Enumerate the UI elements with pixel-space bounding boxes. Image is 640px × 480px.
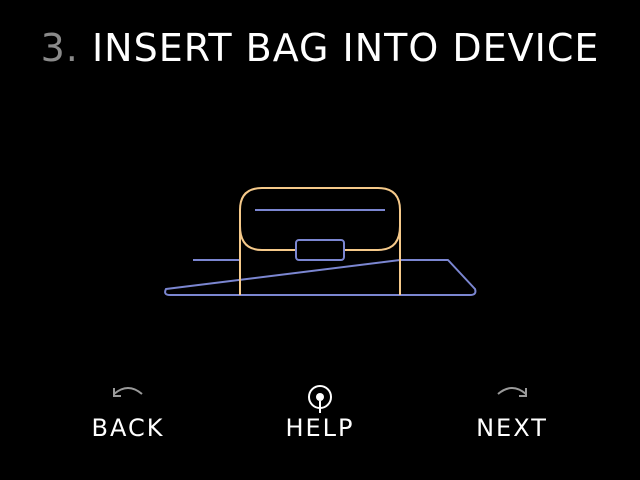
device-tray-outline — [164, 259, 477, 296]
next-arrow-icon — [442, 380, 582, 414]
help-pin-icon — [250, 380, 390, 414]
back-arrow-icon — [58, 380, 198, 414]
back-label: BACK — [91, 414, 165, 442]
next-button[interactable]: NEXT — [442, 380, 582, 460]
back-button[interactable]: BACK — [58, 380, 198, 460]
help-label: HELP — [285, 414, 355, 442]
next-label: NEXT — [476, 414, 548, 442]
bag-outline — [239, 187, 401, 295]
bag-latch — [295, 239, 345, 261]
help-button[interactable]: HELP — [250, 380, 390, 460]
bag-flap — [239, 225, 401, 251]
